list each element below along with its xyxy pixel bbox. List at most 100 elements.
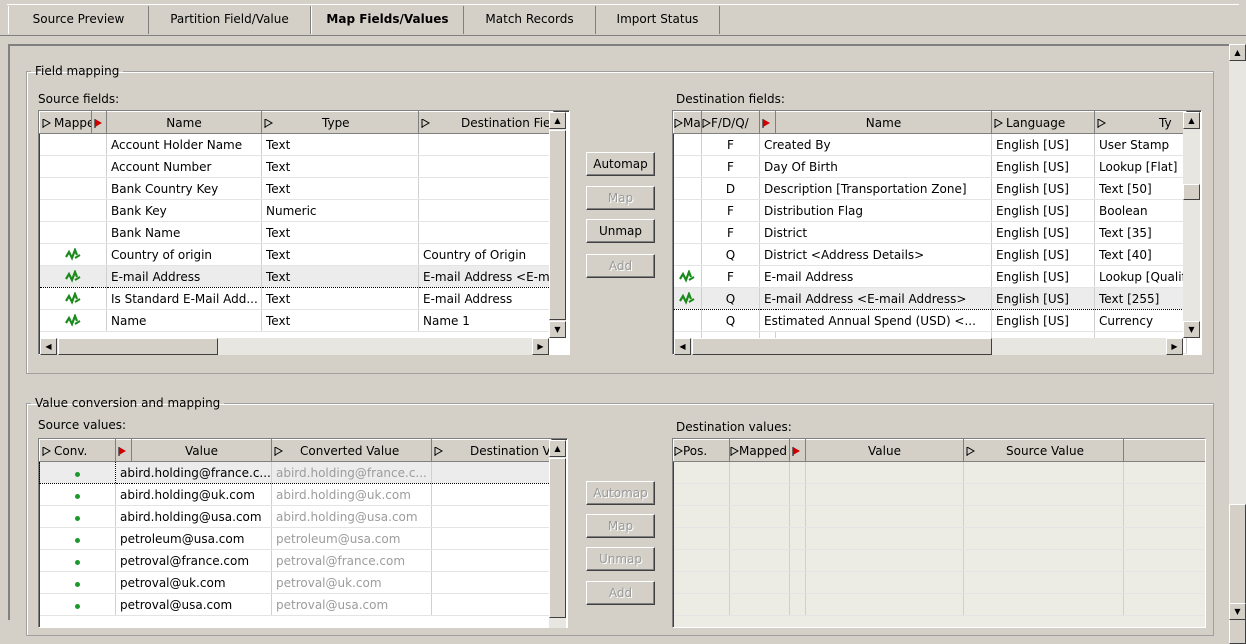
- language-cell: English [US]: [991, 133, 1095, 156]
- map-fields-button[interactable]: Map: [586, 186, 655, 210]
- scroll-left-icon[interactable]: ◀: [674, 338, 691, 355]
- mapped-cell: [39, 155, 107, 178]
- tab-import-status[interactable]: Import Status: [596, 6, 720, 34]
- tab-partition-field-value[interactable]: Partition Field/Value: [149, 6, 311, 34]
- col-fdq[interactable]: F/D/Q/: [701, 111, 760, 134]
- col-mapped[interactable]: Mapped: [39, 111, 92, 134]
- col-sort-indicator[interactable]: [789, 439, 806, 462]
- col-source-value[interactable]: Source Value: [963, 439, 1124, 462]
- source-value-row[interactable]: petroval@uk.com petroval@uk.com: [39, 571, 552, 594]
- source-field-row[interactable]: Bank Name Text: [39, 221, 554, 244]
- page-vertical-scrollbar[interactable]: ▲ ▼: [1229, 44, 1246, 644]
- destination-field-row[interactable]: Q District <Address Details> English [US] T…: [673, 243, 1187, 266]
- type-cell: Boolean: [1094, 199, 1187, 222]
- source-fields-grid[interactable]: Mapped Name Type Destination Fie Account…: [38, 110, 570, 355]
- name-cell: Bank Country Key: [106, 177, 262, 200]
- col-conv[interactable]: Conv.: [39, 439, 116, 462]
- type-cell: Text [40]: [1094, 243, 1187, 266]
- source-field-row[interactable]: Bank Key Numeric: [39, 199, 554, 222]
- col-sort-indicator[interactable]: [115, 439, 132, 462]
- col-destination-field[interactable]: Destination Fie: [418, 111, 554, 134]
- language-cell: English [US]: [991, 155, 1095, 178]
- scroll-right-icon[interactable]: ▶: [532, 338, 549, 355]
- col-language[interactable]: Language: [991, 111, 1095, 134]
- unmap-fields-button[interactable]: Unmap: [586, 219, 655, 243]
- source-field-row[interactable]: E-mail Address Text E-mail Address <E-m: [39, 265, 554, 288]
- col-mapped[interactable]: Mapped: [729, 439, 790, 462]
- source-value-row[interactable]: abird.holding@usa.com abird.holding@usa.c…: [39, 505, 552, 528]
- empty-cell: [805, 505, 964, 528]
- destination-field-row[interactable]: F Day Of Birth English [US] Lookup [Flat]: [673, 155, 1187, 178]
- col-type[interactable]: Ty: [1094, 111, 1187, 134]
- col-destination-value[interactable]: Destination V: [431, 439, 552, 462]
- source-field-row[interactable]: Account Holder Name Text: [39, 133, 554, 156]
- destination-field-row[interactable]: F E-mail Address English [US] Lookup [Quali…: [673, 265, 1187, 288]
- scroll-up-icon[interactable]: ▲: [549, 440, 566, 457]
- scroll-right-icon[interactable]: ▶: [1166, 338, 1183, 355]
- converted-value-cell: petroval@usa.com: [271, 593, 432, 616]
- source-value-row[interactable]: petroval@france.com petroval@france.com: [39, 549, 552, 572]
- scroll-thumb[interactable]: [549, 458, 566, 618]
- mapped-cell: [673, 265, 702, 288]
- empty-cell: [1123, 527, 1205, 550]
- destination-fields-vscroll[interactable]: ▲ ▼: [1183, 112, 1200, 338]
- col-value[interactable]: Value: [805, 439, 964, 462]
- source-values-grid[interactable]: Conv. Value Converted Value Destination …: [38, 438, 568, 628]
- scroll-thumb[interactable]: [549, 130, 566, 320]
- col-position[interactable]: Pos.: [673, 439, 730, 462]
- destination-fields-hscroll[interactable]: ◀ ▶: [674, 338, 1183, 355]
- scroll-left-icon[interactable]: ◀: [40, 338, 57, 355]
- scroll-down-icon[interactable]: ▼: [549, 321, 566, 338]
- destination-field-row[interactable]: D Description [Transportation Zone] Englis…: [673, 177, 1187, 200]
- scroll-thumb[interactable]: [1229, 504, 1246, 644]
- scroll-down-icon[interactable]: ▼: [1229, 603, 1246, 620]
- map-values-button[interactable]: Map: [586, 514, 655, 538]
- unmap-values-button[interactable]: Unmap: [586, 547, 655, 571]
- scroll-down-icon[interactable]: ▼: [1183, 321, 1200, 338]
- col-name[interactable]: Name: [775, 111, 992, 134]
- scroll-thumb[interactable]: [692, 338, 992, 355]
- add-fields-button[interactable]: Add: [586, 254, 655, 278]
- destination-field-row[interactable]: F Distribution Flag English [US] Boolean: [673, 199, 1187, 222]
- automap-fields-button[interactable]: Automap: [586, 152, 655, 176]
- col-type[interactable]: Type: [261, 111, 419, 134]
- col-converted-value[interactable]: Converted Value: [271, 439, 432, 462]
- source-values-vscroll[interactable]: ▲: [549, 440, 566, 628]
- col-name[interactable]: Name: [106, 111, 262, 134]
- scroll-thumb[interactable]: [1183, 184, 1200, 200]
- source-value-row[interactable]: abird.holding@france.c... abird.holding@f…: [39, 461, 552, 484]
- destination-cell: [418, 155, 554, 178]
- scroll-up-icon[interactable]: ▲: [549, 112, 566, 129]
- destination-field-row[interactable]: F Created By English [US] User Stamp: [673, 133, 1187, 156]
- destination-fields-grid[interactable]: Ma F/D/Q/ Name Language Ty F Created By En…: [672, 110, 1202, 355]
- source-value-row[interactable]: abird.holding@uk.com abird.holding@uk.com: [39, 483, 552, 506]
- source-fields-hscroll[interactable]: ◀ ▶: [40, 338, 549, 355]
- source-field-row[interactable]: Bank Country Key Text: [39, 177, 554, 200]
- source-value-row[interactable]: petroval@usa.com petroval@usa.com: [39, 593, 552, 616]
- automap-values-button[interactable]: Automap: [586, 481, 655, 505]
- source-fields-vscroll[interactable]: ▲ ▼: [549, 112, 566, 338]
- col-sort-indicator[interactable]: [91, 111, 107, 134]
- col-value[interactable]: Value: [131, 439, 272, 462]
- mapped-cell: [39, 287, 107, 310]
- add-values-button[interactable]: Add: [586, 581, 655, 605]
- fdq-cell: Q: [701, 287, 760, 310]
- source-field-row[interactable]: Name Text Name 1: [39, 309, 554, 332]
- source-value-row[interactable]: petroleum@usa.com petroleum@usa.com: [39, 527, 552, 550]
- destination-values-grid[interactable]: Pos. Mapped Value Source Value: [672, 438, 1206, 628]
- tab-match-records[interactable]: Match Records: [464, 6, 596, 34]
- tab-map-fields-values[interactable]: Map Fields/Values: [311, 6, 464, 34]
- tab-source-preview[interactable]: Source Preview: [8, 6, 149, 34]
- empty-cell: [805, 571, 964, 594]
- destination-field-row[interactable]: Q Estimated Annual Spend (USD) <... Englis…: [673, 309, 1187, 332]
- scroll-up-icon[interactable]: ▲: [1183, 112, 1200, 129]
- scroll-up-icon[interactable]: ▲: [1229, 44, 1246, 61]
- col-sort-indicator[interactable]: [759, 111, 776, 134]
- source-field-row[interactable]: Country of origin Text Country of Origin: [39, 243, 554, 266]
- source-field-row[interactable]: Is Standard E-Mail Add... Text E-mail Addr…: [39, 287, 554, 310]
- destination-field-row[interactable]: F District English [US] Text [35]: [673, 221, 1187, 244]
- source-field-row[interactable]: Account Number Text: [39, 155, 554, 178]
- col-mapped[interactable]: Ma: [673, 111, 702, 134]
- scroll-thumb[interactable]: [58, 338, 218, 355]
- destination-field-row[interactable]: Q E-mail Address <E-mail Address> English …: [673, 287, 1187, 310]
